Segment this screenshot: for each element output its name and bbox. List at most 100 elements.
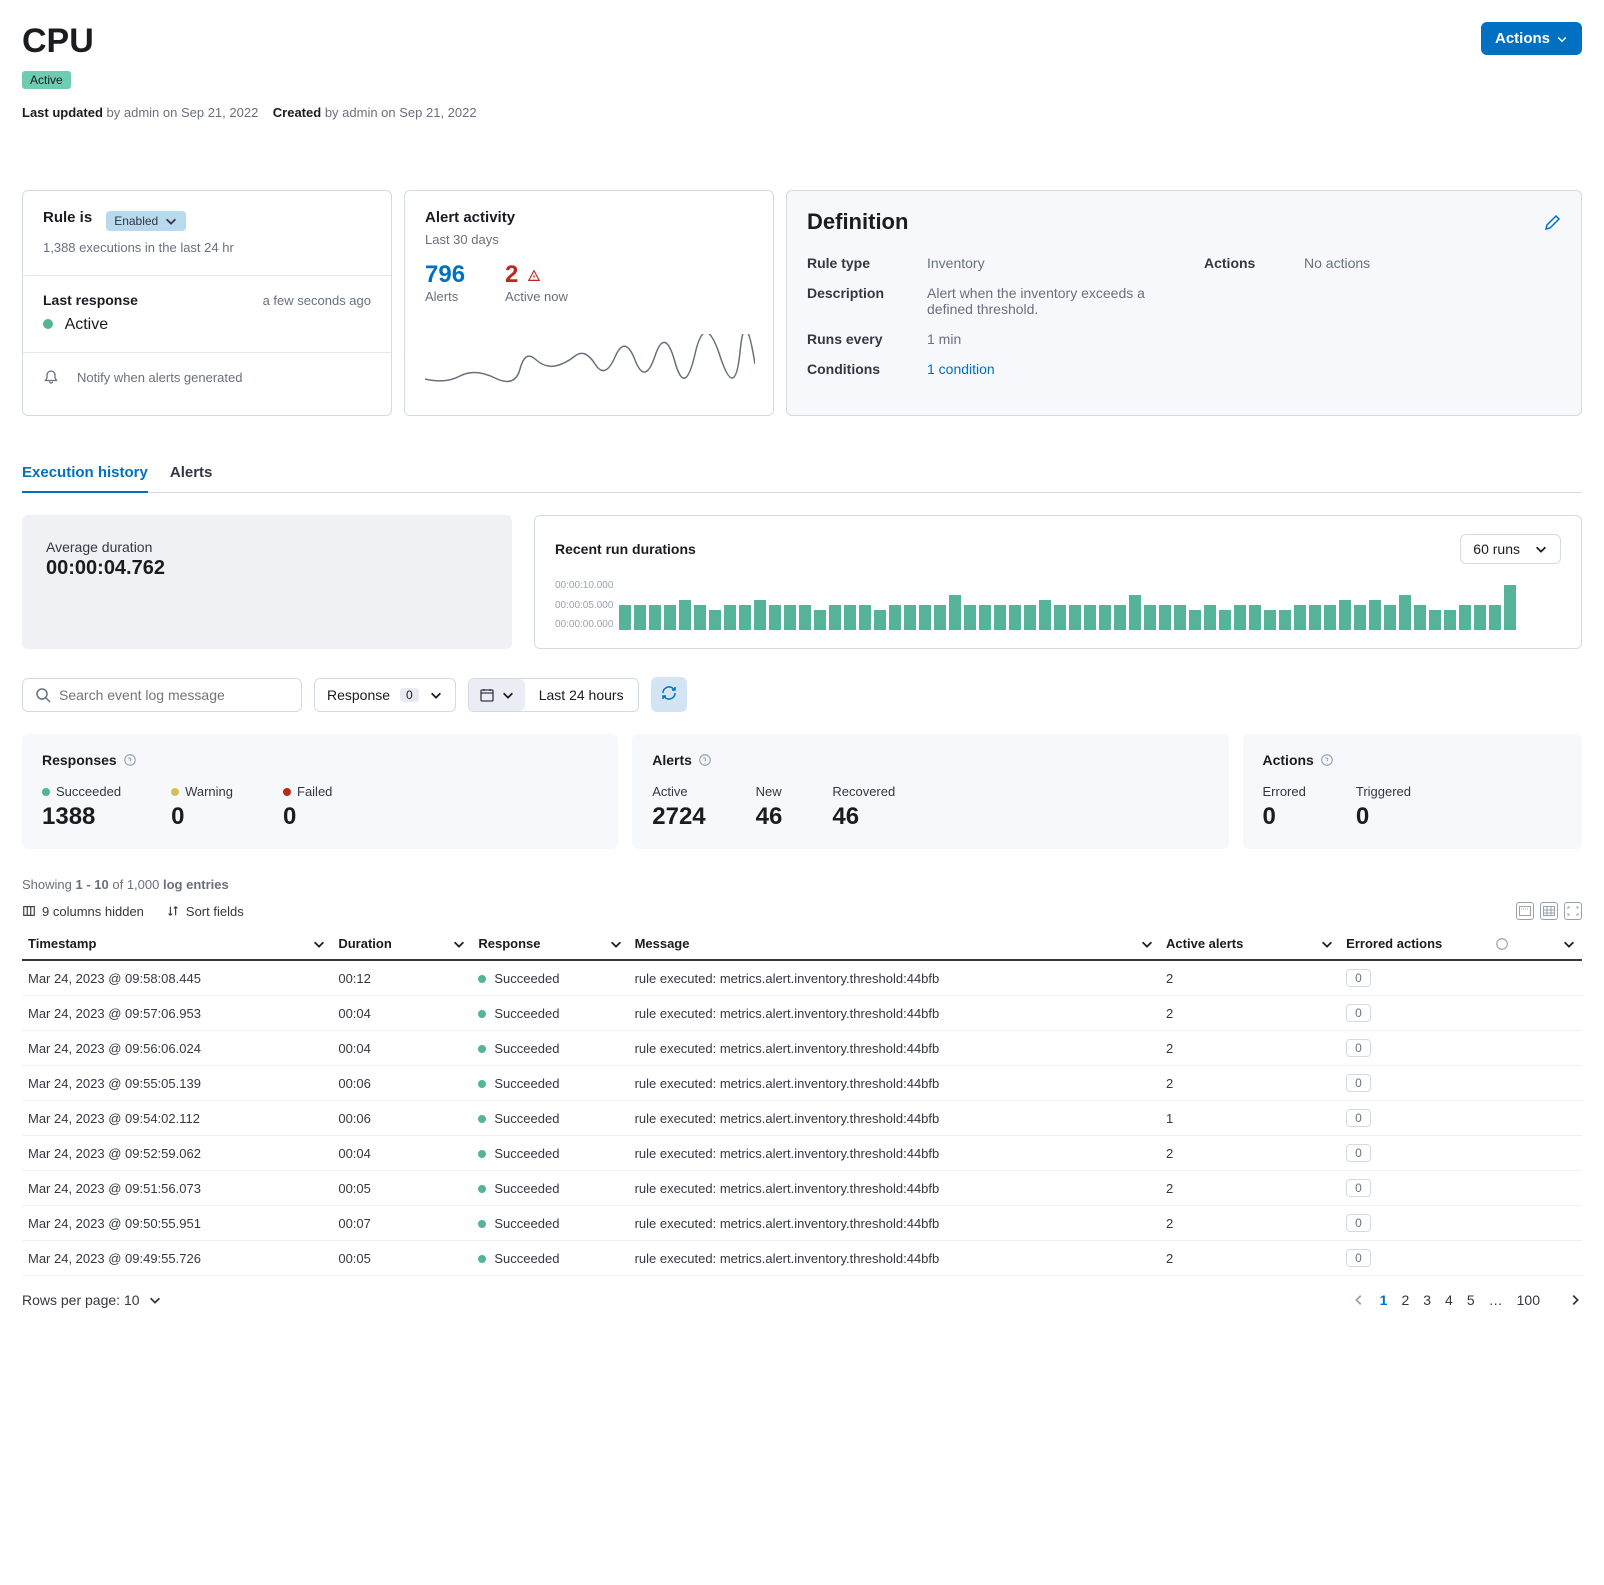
actions-title: Actions bbox=[1263, 752, 1314, 768]
status-dot-icon bbox=[43, 319, 53, 329]
page-2[interactable]: 2 bbox=[1401, 1292, 1409, 1308]
cell-active-alerts: 2 bbox=[1160, 1136, 1340, 1171]
bar bbox=[1204, 605, 1216, 630]
table-row[interactable]: Mar 24, 2023 @ 09:58:08.44500:12Succeede… bbox=[22, 960, 1582, 996]
actions-errored-count: 0 bbox=[1263, 803, 1306, 831]
last-response-label: Last response bbox=[43, 292, 138, 308]
recent-runs-card: Recent run durations 60 runs 00:00:10.00… bbox=[534, 515, 1582, 649]
col-duration[interactable]: Duration bbox=[332, 928, 472, 960]
conditions-label: Conditions bbox=[807, 361, 907, 377]
cell-errored-actions: 0 bbox=[1340, 960, 1582, 996]
alerts-title: Alerts bbox=[652, 752, 692, 768]
active-count: 2 bbox=[505, 261, 518, 288]
prev-page-icon[interactable] bbox=[1352, 1293, 1366, 1307]
actions-panel: Actions Errored 0 Triggered 0 bbox=[1243, 734, 1583, 849]
bar bbox=[724, 605, 736, 630]
bar bbox=[1219, 610, 1231, 630]
definition-title: Definition bbox=[807, 209, 908, 235]
cell-timestamp: Mar 24, 2023 @ 09:52:59.062 bbox=[22, 1136, 332, 1171]
actions-button[interactable]: Actions bbox=[1481, 22, 1582, 55]
bar bbox=[979, 605, 991, 630]
col-active-alerts[interactable]: Active alerts bbox=[1160, 928, 1340, 960]
chevron-down-icon bbox=[1320, 937, 1334, 951]
last-updated-label: Last updated bbox=[22, 105, 103, 120]
cell-timestamp: Mar 24, 2023 @ 09:57:06.953 bbox=[22, 996, 332, 1031]
bar bbox=[1474, 605, 1486, 630]
keyboard-shortcuts-icon[interactable] bbox=[1516, 902, 1534, 920]
bar bbox=[844, 605, 856, 630]
dot-red-icon bbox=[283, 788, 291, 796]
table-row[interactable]: Mar 24, 2023 @ 09:51:56.07300:05Succeede… bbox=[22, 1171, 1582, 1206]
bar bbox=[1369, 600, 1381, 630]
last-response-time: a few seconds ago bbox=[263, 293, 371, 308]
bar bbox=[1339, 600, 1351, 630]
page-3[interactable]: 3 bbox=[1423, 1292, 1431, 1308]
cell-duration: 00:05 bbox=[332, 1171, 472, 1206]
table-row[interactable]: Mar 24, 2023 @ 09:49:55.72600:05Succeede… bbox=[22, 1241, 1582, 1276]
bar bbox=[1294, 605, 1306, 630]
cell-errored-actions: 0 bbox=[1340, 1066, 1582, 1101]
rows-per-page-select[interactable]: Rows per page: 10 bbox=[22, 1292, 162, 1308]
help-icon[interactable] bbox=[698, 753, 712, 767]
page-4[interactable]: 4 bbox=[1445, 1292, 1453, 1308]
cell-active-alerts: 2 bbox=[1160, 1241, 1340, 1276]
recent-runs-title: Recent run durations bbox=[555, 541, 696, 557]
page-1[interactable]: 1 bbox=[1380, 1292, 1388, 1308]
page-100[interactable]: 100 bbox=[1517, 1292, 1540, 1308]
bar bbox=[1009, 605, 1021, 630]
display-options-icon[interactable] bbox=[1540, 902, 1558, 920]
tab-execution-history[interactable]: Execution history bbox=[22, 454, 148, 493]
refresh-button[interactable] bbox=[651, 677, 687, 712]
table-row[interactable]: Mar 24, 2023 @ 09:57:06.95300:04Succeede… bbox=[22, 996, 1582, 1031]
bar bbox=[1159, 605, 1171, 630]
response-filter[interactable]: Response 0 bbox=[314, 678, 456, 712]
table-row[interactable]: Mar 24, 2023 @ 09:52:59.06200:04Succeede… bbox=[22, 1136, 1582, 1171]
col-response[interactable]: Response bbox=[472, 928, 628, 960]
table-row[interactable]: Mar 24, 2023 @ 09:50:55.95100:07Succeede… bbox=[22, 1206, 1582, 1241]
active-label: Active now bbox=[505, 289, 568, 304]
col-message[interactable]: Message bbox=[629, 928, 1160, 960]
bar bbox=[1144, 605, 1156, 630]
next-page-icon[interactable] bbox=[1568, 1293, 1582, 1307]
bar bbox=[754, 600, 766, 630]
edit-icon[interactable] bbox=[1545, 214, 1561, 230]
cell-errored-actions: 0 bbox=[1340, 1031, 1582, 1066]
runs-count-select[interactable]: 60 runs bbox=[1460, 534, 1561, 564]
y-axis-labels: 00:00:10.000 00:00:05.000 00:00:00.000 bbox=[555, 580, 613, 630]
bar bbox=[1324, 605, 1336, 630]
bar bbox=[1279, 610, 1291, 630]
cell-duration: 00:06 bbox=[332, 1101, 472, 1136]
fullscreen-icon[interactable] bbox=[1564, 902, 1582, 920]
time-range-label[interactable]: Last 24 hours bbox=[525, 679, 638, 711]
chevron-down-icon bbox=[1556, 33, 1568, 45]
enabled-dropdown[interactable]: Enabled bbox=[106, 211, 186, 231]
search-input[interactable] bbox=[22, 678, 302, 712]
cell-errored-actions: 0 bbox=[1340, 1241, 1582, 1276]
bar bbox=[814, 610, 826, 630]
runs-every-label: Runs every bbox=[807, 331, 907, 347]
tab-alerts[interactable]: Alerts bbox=[170, 454, 213, 492]
help-icon[interactable] bbox=[123, 753, 137, 767]
table-row[interactable]: Mar 24, 2023 @ 09:55:05.13900:06Succeede… bbox=[22, 1066, 1582, 1101]
bar bbox=[1039, 600, 1051, 630]
last-updated-value: by admin on Sep 21, 2022 bbox=[107, 105, 259, 120]
col-errored-actions[interactable]: Errored actions bbox=[1340, 928, 1582, 960]
columns-hidden-button[interactable]: 9 columns hidden bbox=[22, 904, 144, 919]
cell-active-alerts: 2 bbox=[1160, 1031, 1340, 1066]
bar bbox=[799, 605, 811, 630]
table-row[interactable]: Mar 24, 2023 @ 09:56:06.02400:04Succeede… bbox=[22, 1031, 1582, 1066]
page-…[interactable]: … bbox=[1489, 1292, 1503, 1308]
date-picker-button[interactable] bbox=[469, 679, 525, 711]
cell-message: rule executed: metrics.alert.inventory.t… bbox=[629, 1171, 1160, 1206]
alerts-new-count: 46 bbox=[756, 803, 783, 831]
conditions-link[interactable]: 1 condition bbox=[927, 361, 1561, 377]
alert-activity-card: Alert activity Last 30 days 796 Alerts 2… bbox=[404, 190, 774, 416]
help-icon[interactable] bbox=[1320, 753, 1334, 767]
bar bbox=[679, 600, 691, 630]
runs-every-value: 1 min bbox=[927, 331, 1561, 347]
page-5[interactable]: 5 bbox=[1467, 1292, 1475, 1308]
col-timestamp[interactable]: Timestamp bbox=[22, 928, 332, 960]
sort-fields-button[interactable]: Sort fields bbox=[166, 904, 244, 919]
cell-duration: 00:12 bbox=[332, 960, 472, 996]
table-row[interactable]: Mar 24, 2023 @ 09:54:02.11200:06Succeede… bbox=[22, 1101, 1582, 1136]
